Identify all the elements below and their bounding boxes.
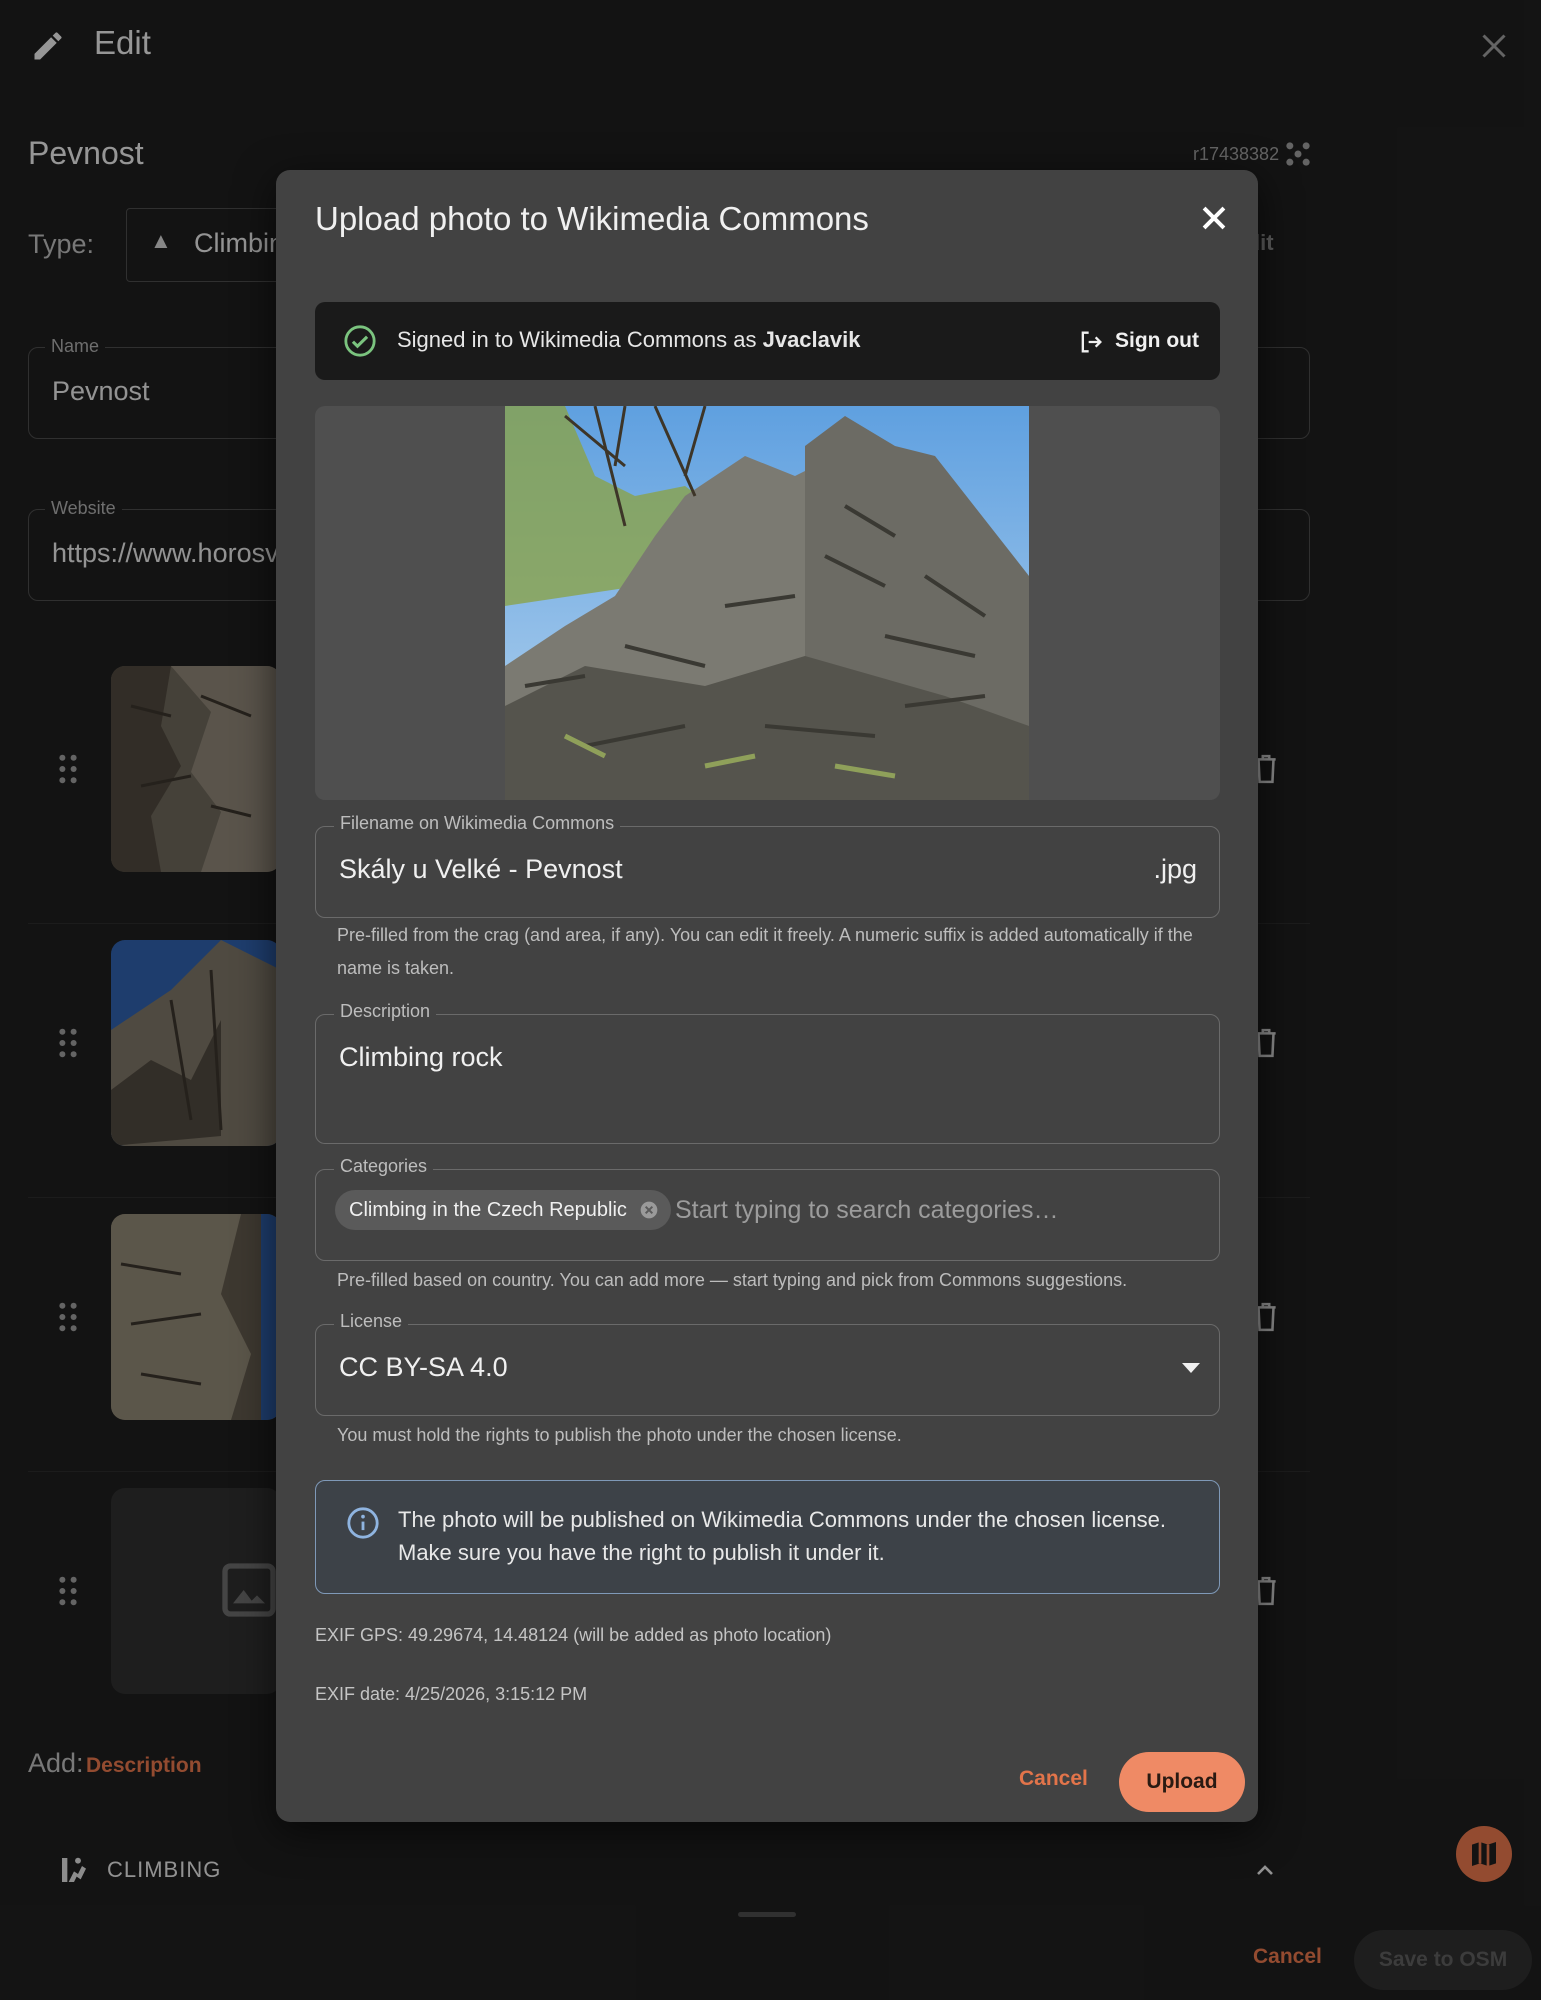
license-value: CC BY-SA 4.0 [339, 1352, 508, 1382]
category-search-input[interactable]: Start typing to search categories… [675, 1196, 1059, 1225]
filename-helper: Pre-filled from the crag (and area, if a… [337, 925, 1193, 978]
dropdown-arrow-icon [1182, 1363, 1200, 1373]
signin-text: Signed in to Wikimedia Commons as Jvacla… [397, 327, 861, 352]
chip-remove-icon[interactable] [639, 1200, 659, 1220]
exif-gps: EXIF GPS: 49.29674, 14.48124 (will be ad… [315, 1625, 832, 1645]
photo-preview-image [505, 406, 1029, 800]
description-field[interactable]: Description Climbing rock [315, 1001, 1220, 1144]
info-text: The photo will be published on Wikimedia… [398, 1507, 1166, 1565]
signin-username: Jvaclavik [762, 327, 861, 352]
filename-label: Filename on Wikimedia Commons [334, 813, 621, 834]
category-chip-label: Climbing in the Czech Republic [349, 1198, 627, 1221]
upload-button[interactable]: Upload [1119, 1752, 1245, 1812]
sign-out-icon[interactable] [1077, 328, 1105, 356]
dialog-title: Upload photo to Wikimedia Commons [315, 200, 869, 237]
close-icon[interactable] [1197, 201, 1231, 235]
filename-input[interactable]: Skály u Velké - Pevnost [339, 854, 623, 885]
exif-date: EXIF date: 4/25/2026, 3:15:12 PM [315, 1684, 588, 1704]
categories-helper: Pre-filled based on country. You can add… [337, 1270, 1128, 1290]
categories-label: Categories [334, 1156, 434, 1177]
license-select[interactable]: License CC BY-SA 4.0 [315, 1311, 1220, 1416]
description-input[interactable]: Climbing rock [339, 1042, 503, 1073]
info-alert: The photo will be published on Wikimedia… [315, 1480, 1220, 1594]
photo-preview [315, 406, 1220, 800]
license-helper: You must hold the rights to publish the … [337, 1425, 902, 1445]
check-circle-icon [344, 325, 376, 357]
sign-out-button[interactable]: Sign out [1115, 329, 1199, 353]
license-label: License [334, 1311, 409, 1332]
description-label: Description [334, 1001, 437, 1022]
upload-dialog: Upload photo to Wikimedia Commons Signed… [276, 170, 1258, 1822]
filename-suffix: .jpg [1153, 854, 1197, 884]
dialog-cancel-button[interactable]: Cancel [1019, 1767, 1088, 1791]
categories-field[interactable]: Categories Climbing in the Czech Republi… [315, 1156, 1220, 1261]
category-chip: Climbing in the Czech Republic [335, 1190, 671, 1230]
filename-field[interactable]: Filename on Wikimedia Commons Skály u Ve… [315, 813, 1220, 918]
signin-status-bar: Signed in to Wikimedia Commons as Jvacla… [315, 302, 1220, 380]
info-icon [347, 1507, 379, 1539]
